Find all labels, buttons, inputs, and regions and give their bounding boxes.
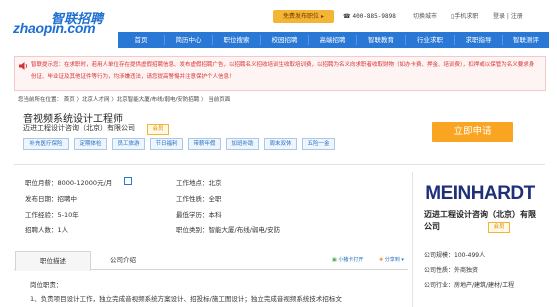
location-value: 北京: [208, 179, 222, 187]
hotline-number: 400-885-9898: [352, 13, 396, 20]
nav-job-search[interactable]: 职位搜索: [213, 32, 260, 48]
detail-tabs: 职位描述 公司介绍 ▣ 小猪卡打开 ✚ 分享到 ▾: [14, 251, 408, 271]
nav-senior[interactable]: 高端招聘: [309, 32, 356, 48]
main-nav: 首页 简历中心 职位搜索 校园招聘 高端招聘 智联教育 行业求职 求职指导 智联…: [118, 32, 549, 48]
experience-value: 5-10年: [57, 211, 79, 219]
notice-text: 智联提示您：在求职时，若用人单位存在提供虚假招聘信息、发布虚假招聘广告，以招聘名…: [31, 62, 535, 80]
education-row: 最低学历：本科: [176, 209, 222, 219]
welfare-tag: 员工旅游: [112, 138, 145, 150]
date-label: 发布日期：: [25, 195, 58, 203]
company-size-row: 公司规模：100-499人: [424, 250, 485, 259]
education-value: 本科: [208, 211, 222, 219]
duty-line: 1、负责项目设计工作，独立完成音视频系统方案设计、招投标/施工图设计；独立完成音…: [30, 295, 342, 303]
salary-value: 8000-12000元/月: [57, 179, 113, 187]
welfare-tag: 加班补助: [226, 138, 259, 150]
nav-industry[interactable]: 行业求职: [406, 32, 454, 48]
company-name-link[interactable]: 迈进工程设计咨询（北京）有限公司: [23, 123, 135, 133]
category-row: 职位类别：智能大厦/布线/弱电/安防: [176, 224, 280, 234]
company-size-label: 公司规模：: [424, 252, 455, 259]
login-register-link[interactable]: 登录 | 注册: [493, 10, 523, 23]
company-industry-label: 公司行业：: [424, 282, 455, 289]
salary-label: 职位月薪：: [25, 179, 58, 187]
phone-icon: ☎: [343, 13, 351, 20]
count-label: 招聘人数：: [25, 226, 58, 234]
experience-label: 工作经验：: [25, 211, 58, 219]
nature-label: 工作性质：: [176, 195, 209, 203]
welfare-tag: 补充医疗保险: [23, 138, 69, 150]
company-industry-value: 房地产/建筑/建材/工程: [454, 282, 515, 289]
location-row: 工作地点：北京: [176, 177, 222, 187]
company-type-label: 公司性质：: [424, 267, 455, 274]
nature-row: 工作性质：全职: [176, 193, 222, 203]
card-company-name[interactable]: 迈进工程设计咨询（北京）有限公司: [424, 209, 539, 233]
qr-icon: ▣: [332, 257, 337, 263]
divider: [14, 164, 545, 165]
switch-city-link[interactable]: 切换城市: [413, 10, 437, 23]
member-badge: 会员: [147, 124, 169, 135]
zhaopin-logo[interactable]: 智联招聘 zhaopin.com: [3, 8, 103, 36]
welfare-tag: 节日福利: [150, 138, 183, 150]
date-row: 发布日期：招聘中: [25, 193, 77, 203]
nav-campus[interactable]: 校园招聘: [261, 32, 308, 48]
date-value: 招聘中: [57, 195, 78, 203]
mobile-open-link[interactable]: ▣ 小猪卡打开: [332, 256, 363, 263]
company-industry-row: 公司行业：房地产/建筑/建材/工程: [424, 280, 514, 289]
card-member-badge: 会员: [488, 222, 510, 233]
nav-assessment[interactable]: 智联测评: [503, 32, 549, 48]
speaker-icon: [19, 62, 28, 70]
hotline: ☎ 400-885-9898: [343, 10, 396, 23]
welfare-tag: 周末双休: [264, 138, 297, 150]
apply-now-button[interactable]: 立即申请: [432, 122, 513, 142]
share-icon: ✚: [379, 257, 384, 263]
fraud-warning-notice: 智联提示您：在求职时，若用人单位存在提供虚假招聘信息、发布虚假招聘广告，以招聘名…: [14, 56, 546, 91]
category-value[interactable]: 智能大厦/布线/弱电/安防: [209, 226, 281, 234]
company-size-value: 100-499人: [454, 252, 486, 259]
salary-row: 职位月薪：8000-12000元/月: [25, 177, 112, 187]
location-label: 工作地点：: [176, 179, 209, 187]
logo-wordmark: MEINHARDT: [425, 183, 535, 204]
duty-heading: 岗位职责：: [30, 281, 63, 289]
count-value: 1人: [57, 226, 69, 234]
mobile-open-label: 小猪卡打开: [338, 257, 364, 263]
nav-education[interactable]: 智联教育: [357, 32, 405, 48]
welfare-tag: 五险一金: [302, 138, 335, 150]
logo-english: zhaopin.com: [13, 20, 96, 36]
meinhardt-logo[interactable]: MEINHARDT: [419, 178, 541, 206]
company-type-row: 公司性质：外商独资: [424, 265, 478, 274]
share-label: 分享到 ▾: [384, 257, 404, 263]
salary-calculator-icon[interactable]: [124, 177, 132, 185]
nav-guidance[interactable]: 求职指导: [455, 32, 502, 48]
count-row: 招聘人数：1人: [25, 224, 68, 234]
tab-job-description[interactable]: 职位描述: [15, 251, 91, 271]
category-label: 职位类别：: [176, 226, 209, 234]
nature-value: 全职: [208, 195, 222, 203]
company-card: MEINHARDT 迈进工程设计咨询（北京）有限公司 会员 公司规模：100-4…: [412, 172, 548, 307]
tab-company-intro[interactable]: 公司介绍: [110, 251, 136, 269]
welfare-tag: 带薪年假: [188, 138, 221, 150]
mobile-job-link[interactable]: ▯手机求职: [451, 10, 478, 23]
welfare-tag: 定期体检: [74, 138, 107, 150]
free-post-job-button[interactable]: 免费发布职位 ▸: [273, 10, 334, 23]
breadcrumb[interactable]: 您当前所在位置： 首页 〉北京人才网 〉北京智能大厦/布线/弱电/安防招聘 〉 …: [18, 95, 230, 103]
nav-home[interactable]: 首页: [118, 32, 164, 48]
education-label: 最低学历：: [176, 211, 209, 219]
experience-row: 工作经验：5-10年: [25, 209, 79, 219]
share-button[interactable]: ✚ 分享到 ▾: [379, 256, 404, 263]
company-type-value: 外商独资: [454, 267, 479, 274]
nav-resume-center[interactable]: 简历中心: [165, 32, 212, 48]
